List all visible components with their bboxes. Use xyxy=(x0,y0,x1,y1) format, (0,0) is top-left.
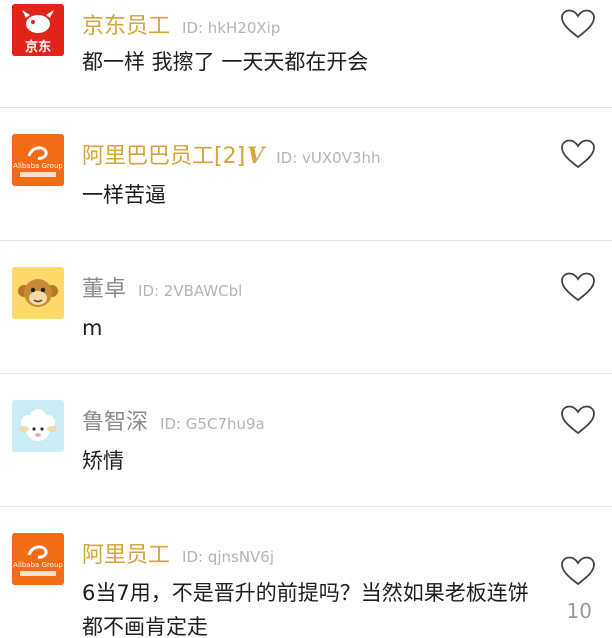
username[interactable]: 阿里巴巴员工[2] xyxy=(82,138,245,170)
jd-logo-text: 京东 xyxy=(24,40,51,55)
heart-outline-icon xyxy=(561,405,595,435)
comment-text: 矫情 xyxy=(82,449,124,473)
comment-text: 一样苦逼 xyxy=(82,183,166,207)
username[interactable]: 董卓 xyxy=(82,271,126,303)
comment-text: 6当7用，不是晋升的前提吗？当然如果老板连饼都不画肯定走 xyxy=(82,581,529,638)
user-id: ID: hkH20Xip xyxy=(182,19,281,37)
alibaba-logo-text: Alibaba Group xyxy=(13,162,63,170)
heart-outline-icon xyxy=(561,556,595,586)
alibaba-logo-text: Alibaba Group xyxy=(13,561,63,569)
user-id: ID: vUX0V3hh xyxy=(276,149,381,167)
heart-outline-icon xyxy=(561,9,595,39)
user-id: ID: qjnsNV6j xyxy=(182,548,275,566)
comment-header: 鲁智深 ID: G5C7hu9a xyxy=(82,404,265,436)
username[interactable]: 京东员工 xyxy=(82,8,170,40)
avatar[interactable]: 京东 xyxy=(12,4,64,56)
like-count: 10 xyxy=(566,599,592,623)
comment-header: 阿里巴巴员工[2] V ID: vUX0V3hh xyxy=(82,138,381,170)
alibaba-logo-icon xyxy=(12,134,64,186)
like-button[interactable] xyxy=(558,400,598,440)
username[interactable]: 阿里员工 xyxy=(82,537,170,569)
alibaba-logo-icon xyxy=(12,533,64,585)
like-button[interactable] xyxy=(558,267,598,307)
comment-header: 阿里员工 ID: qjnsNV6j xyxy=(82,537,274,569)
avatar[interactable]: Alibaba Group xyxy=(12,533,64,585)
heart-outline-icon xyxy=(561,272,595,302)
like-button[interactable] xyxy=(558,4,598,44)
comment-item: 京东 京东员工 ID: hkH20Xip 都一样 我擦了 一天天都在开会 xyxy=(0,0,612,108)
like-button[interactable] xyxy=(558,551,598,591)
avatar[interactable]: Alibaba Group xyxy=(12,134,64,186)
heart-outline-icon xyxy=(561,139,595,169)
monkey-avatar-icon xyxy=(12,267,64,319)
verified-badge: V xyxy=(247,143,265,169)
like-button[interactable] xyxy=(558,134,598,174)
sheep-avatar-icon xyxy=(12,400,64,452)
comment-item: Alibaba Group 阿里员工 ID: qjnsNV6j 6当7用，不是晋… xyxy=(0,507,612,638)
comment-text: 都一样 我擦了 一天天都在开会 xyxy=(82,50,369,74)
avatar[interactable] xyxy=(12,267,64,319)
avatar[interactable] xyxy=(12,400,64,452)
user-id: ID: 2VBAWCbl xyxy=(138,282,243,300)
comment-text: m xyxy=(82,316,103,340)
username[interactable]: 鲁智深 xyxy=(82,404,148,436)
comment-item: 鲁智深 ID: G5C7hu9a 矫情 xyxy=(0,374,612,507)
comment-item: Alibaba Group 阿里巴巴员工[2] V ID: vUX0V3hh 一… xyxy=(0,108,612,241)
user-id: ID: G5C7hu9a xyxy=(160,415,265,433)
comment-header: 董卓 ID: 2VBAWCbl xyxy=(82,271,242,303)
comment-item: 董卓 ID: 2VBAWCbl m xyxy=(0,241,612,374)
comment-header: 京东员工 ID: hkH20Xip xyxy=(82,8,280,40)
